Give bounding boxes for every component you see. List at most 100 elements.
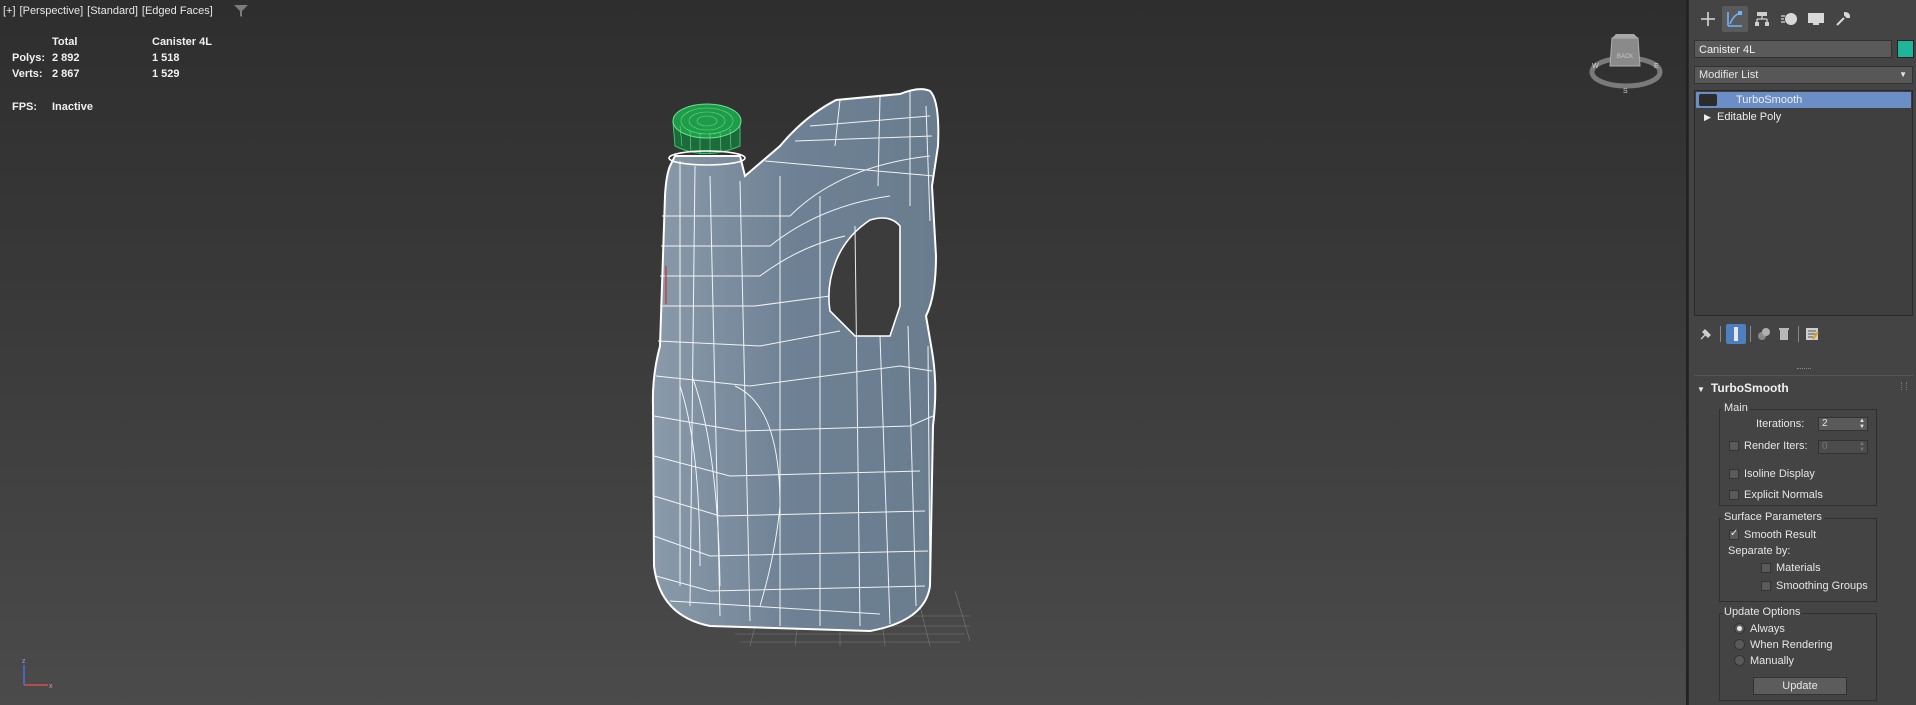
svg-text:W: W bbox=[1592, 63, 1599, 70]
modifier-stack-toolbar bbox=[1694, 322, 1913, 346]
axis-tripod-icon: z x bbox=[22, 658, 53, 690]
stats-verts-total: 2 867 bbox=[52, 68, 80, 80]
spinner-arrows-icon[interactable]: ▲ ▼ bbox=[1859, 441, 1865, 453]
wrench-icon bbox=[1836, 11, 1851, 26]
spinner-arrows-icon[interactable]: ▲ ▼ bbox=[1859, 418, 1865, 430]
tab-create[interactable] bbox=[1695, 6, 1721, 32]
perspective-viewport[interactable]: [+] [Perspective] [Standard] [Edged Faces] … bbox=[0, 0, 1686, 705]
svg-text:S: S bbox=[1623, 88, 1628, 95]
render-iters-spinner[interactable]: 0 ▲ ▼ bbox=[1818, 440, 1868, 454]
tab-display[interactable] bbox=[1803, 6, 1829, 32]
remove-modifier-button[interactable] bbox=[1774, 324, 1794, 344]
stats-col-total: Total bbox=[52, 36, 78, 48]
stats-fps-value: Inactive bbox=[52, 101, 93, 113]
expand-triangle-icon[interactable]: ▶ bbox=[1704, 109, 1711, 125]
configure-icon bbox=[1806, 328, 1819, 340]
surface-parameters-group: Surface Parameters Smooth Result Separat… bbox=[1719, 511, 1877, 602]
tab-utilities[interactable] bbox=[1830, 6, 1856, 32]
stats-polys-object: 1 518 bbox=[152, 52, 180, 64]
stats-verts-label: Verts: bbox=[12, 68, 43, 80]
isoline-display-checkbox[interactable] bbox=[1729, 469, 1739, 479]
render-iters-label: Render Iters: bbox=[1744, 440, 1808, 452]
manually-label: Manually bbox=[1750, 655, 1795, 667]
iterations-spinner[interactable]: 2 ▲ ▼ bbox=[1818, 417, 1868, 431]
separate-by-label: Separate by: bbox=[1728, 545, 1791, 557]
modify-icon bbox=[1727, 11, 1742, 27]
hierarchy-icon bbox=[1755, 12, 1769, 26]
smooth-result-checkbox[interactable] bbox=[1729, 528, 1739, 540]
viewcube[interactable]: BACK W E S bbox=[1588, 30, 1664, 100]
stack-item-editable-poly[interactable]: ▶ Editable Poly bbox=[1696, 109, 1911, 125]
display-icon bbox=[1808, 13, 1824, 25]
canister-body bbox=[651, 88, 940, 633]
stats-polys-label: Polys: bbox=[12, 52, 46, 64]
trash-icon bbox=[1779, 328, 1789, 340]
make-unique-button[interactable] bbox=[1754, 324, 1774, 344]
stats-col-object: Canister 4L bbox=[152, 36, 212, 48]
stats-fps-label: FPS: bbox=[12, 101, 38, 113]
always-label: Always bbox=[1750, 623, 1785, 635]
when-rendering-radio[interactable] bbox=[1734, 639, 1745, 650]
viewport-filter-icon[interactable] bbox=[233, 4, 249, 18]
stack-item-label: Editable Poly bbox=[1717, 111, 1782, 123]
isoline-display-label: Isoline Display bbox=[1744, 468, 1815, 480]
iterations-label: Iterations: bbox=[1756, 418, 1805, 430]
command-panel: Canister 4L Modifier List ▼ TurboSmooth … bbox=[1688, 0, 1916, 705]
update-button[interactable]: Update bbox=[1753, 677, 1847, 695]
stats-verts-object: 1 529 bbox=[152, 68, 180, 80]
main-group: Main Iterations: 2 ▲ ▼ Render Iters: 0 ▲ ▼… bbox=[1719, 402, 1877, 506]
surface-group-title: Surface Parameters bbox=[1722, 511, 1824, 523]
make-unique-icon bbox=[1758, 328, 1770, 340]
rollout-drag-grip[interactable] bbox=[1797, 368, 1811, 372]
tab-hierarchy[interactable] bbox=[1749, 6, 1775, 32]
object-name-field[interactable]: Canister 4L bbox=[1694, 40, 1892, 58]
modifier-list-dropdown[interactable]: Modifier List ▼ bbox=[1694, 66, 1913, 84]
render-iters-value: 0 bbox=[1822, 441, 1828, 452]
svg-text:x: x bbox=[49, 683, 53, 690]
tab-motion[interactable] bbox=[1776, 6, 1802, 32]
pin-stack-button[interactable] bbox=[1696, 324, 1716, 344]
svg-text:E: E bbox=[1654, 63, 1659, 70]
materials-label: Materials bbox=[1776, 562, 1821, 574]
end-result-icon bbox=[1734, 327, 1738, 341]
collapse-triangle-icon: ▼ bbox=[1697, 385, 1705, 394]
viewport-display-menu[interactable]: [Edged Faces] bbox=[142, 5, 213, 17]
chevron-down-icon: ▼ bbox=[1899, 70, 1907, 79]
turbosmooth-rollout-header[interactable]: ▼ TurboSmooth bbox=[1697, 381, 1789, 395]
stack-item-label: TurboSmooth bbox=[1736, 94, 1803, 106]
render-iters-checkbox[interactable] bbox=[1729, 441, 1739, 451]
viewport-general-menu[interactable]: [+] bbox=[3, 5, 16, 17]
when-rendering-label: When Rendering bbox=[1750, 639, 1833, 651]
viewport-pov-menu[interactable]: [Perspective] bbox=[20, 5, 84, 17]
smoothing-groups-label: Smoothing Groups bbox=[1776, 580, 1868, 592]
manually-radio[interactable] bbox=[1734, 655, 1745, 666]
plus-icon bbox=[1701, 12, 1715, 26]
rollout-title: TurboSmooth bbox=[1710, 381, 1789, 395]
modifier-stack: TurboSmooth ▶ Editable Poly bbox=[1694, 90, 1913, 316]
modifier-list-label: Modifier List bbox=[1699, 69, 1759, 81]
main-group-title: Main bbox=[1722, 402, 1750, 414]
explicit-normals-checkbox[interactable] bbox=[1729, 490, 1739, 500]
iterations-value: 2 bbox=[1822, 418, 1828, 429]
materials-checkbox[interactable] bbox=[1761, 563, 1771, 573]
always-radio[interactable] bbox=[1734, 623, 1745, 634]
eye-icon[interactable] bbox=[1699, 94, 1717, 106]
configure-modifier-sets-button[interactable] bbox=[1802, 324, 1822, 344]
update-group-title: Update Options bbox=[1722, 606, 1803, 618]
stats-polys-total: 2 892 bbox=[52, 52, 80, 64]
rollout-grip-icon bbox=[1901, 382, 1907, 390]
svg-text:BACK: BACK bbox=[1617, 54, 1633, 60]
motion-icon bbox=[1781, 13, 1797, 25]
smoothing-groups-checkbox[interactable] bbox=[1761, 581, 1771, 591]
explicit-normals-label: Explicit Normals bbox=[1744, 489, 1823, 501]
tab-modify[interactable] bbox=[1722, 6, 1748, 32]
smooth-result-label: Smooth Result bbox=[1744, 529, 1817, 541]
stack-item-turbosmooth[interactable]: TurboSmooth bbox=[1696, 92, 1911, 108]
pin-icon bbox=[1700, 329, 1711, 340]
object-color-swatch[interactable] bbox=[1897, 40, 1914, 58]
viewport-label-menu[interactable]: [+] [Perspective] [Standard] [Edged Faces] bbox=[3, 5, 217, 17]
show-end-result-button[interactable] bbox=[1726, 324, 1746, 344]
canister-mesh[interactable] bbox=[640, 86, 980, 646]
viewport-shading-menu[interactable]: [Standard] bbox=[87, 5, 138, 17]
svg-text:z: z bbox=[22, 658, 26, 665]
